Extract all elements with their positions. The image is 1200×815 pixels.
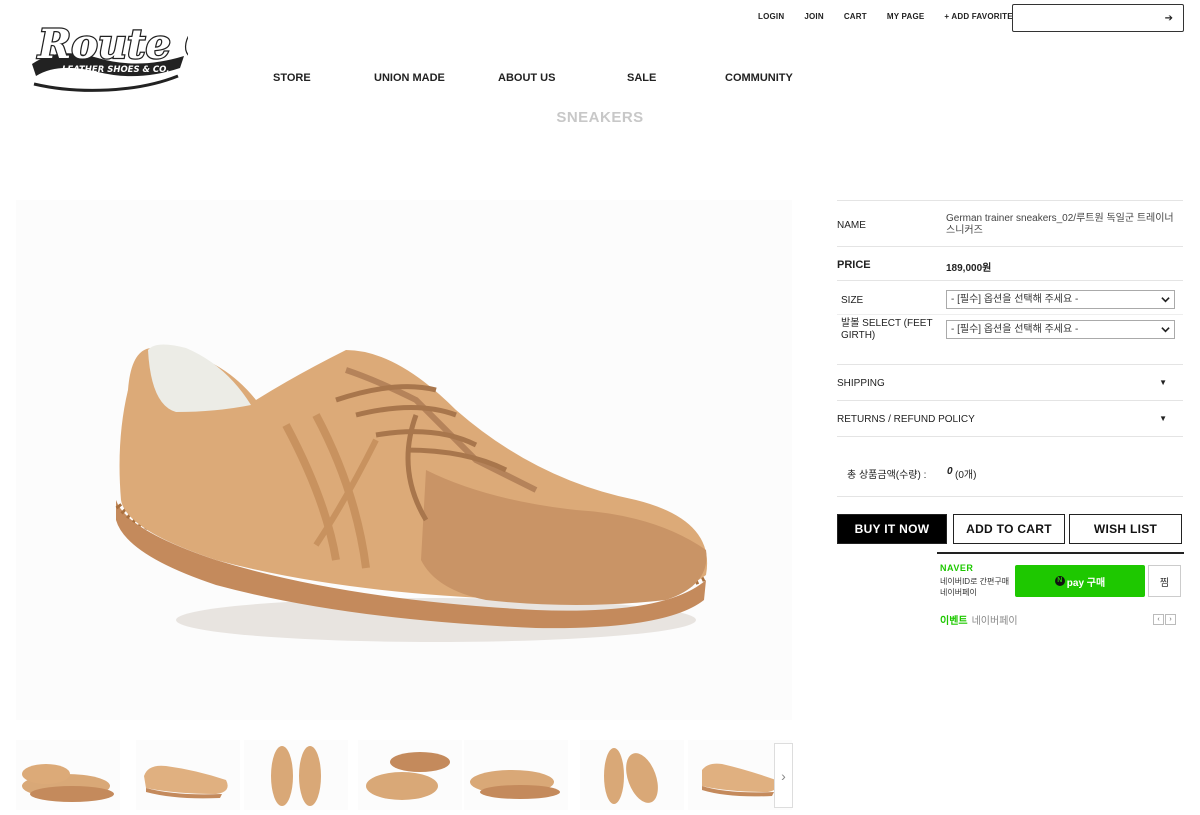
sneaker-image — [115, 344, 708, 642]
nav-about-us[interactable]: ABOUT US — [498, 72, 555, 84]
login-link[interactable]: LOGIN — [758, 12, 784, 21]
naver-pay-section: NAVER 네이버ID로 간편구매 네이버페이 N pay 구매 찜 이벤트 네이… — [937, 552, 1184, 628]
add-favorite-link[interactable]: + ADD FAVORITE — [944, 12, 1012, 21]
naver-pay-button[interactable]: N pay 구매 — [1015, 565, 1145, 597]
thumbnail[interactable] — [136, 740, 240, 810]
cart-link[interactable]: CART — [844, 12, 867, 21]
search-arrow-icon[interactable]: ➔ — [1165, 13, 1173, 24]
main-nav: STORE UNION MADE ABOUT US SALE COMMUNITY — [0, 72, 900, 88]
naver-brand: NAVER — [940, 563, 974, 573]
shipping-accordion[interactable]: SHIPPING ▼ — [837, 365, 1183, 401]
utility-nav: LOGIN JOIN CART MY PAGE + ADD FAVORITE — [758, 12, 1013, 21]
returns-accordion[interactable]: RETURNS / REFUND POLICY ▼ — [837, 401, 1183, 437]
thumbnail-strip — [16, 740, 796, 810]
thumbnail[interactable] — [580, 740, 684, 810]
girth-row: 발볼 SELECT (FEET GIRTH) - [필수] 옵션을 선택해 주세… — [837, 315, 1183, 365]
product-price: 189,000원 — [946, 263, 992, 274]
naver-pay-description: 네이버ID로 간편구매 네이버페이 — [940, 577, 1010, 597]
thumbnail[interactable] — [464, 740, 568, 810]
name-row: NAME German trainer sneakers_02/루트원 독일군 … — [837, 200, 1183, 247]
nav-union-made[interactable]: UNION MADE — [374, 72, 445, 84]
nav-community[interactable]: COMMUNITY — [725, 72, 793, 84]
event-tag: 이벤트 — [940, 616, 968, 627]
buy-it-now-button[interactable]: BUY IT NOW — [837, 514, 947, 544]
add-to-cart-button[interactable]: ADD TO CART — [953, 514, 1065, 544]
zzim-button[interactable]: 찜 — [1148, 565, 1181, 597]
girth-select[interactable]: - [필수] 옵션을 선택해 주세요 - — [946, 320, 1175, 339]
nav-store[interactable]: STORE — [273, 72, 311, 84]
total-row: 총 상품금액(수량) : 0 (0개) — [837, 437, 1183, 497]
product-name: German trainer sneakers_02/루트원 독일군 트레이너 … — [946, 213, 1174, 236]
girth-select-value: - [필수] 옵션을 선택해 주세요 - — [951, 324, 1079, 335]
search-box: ➔ — [1012, 4, 1184, 32]
wish-list-button[interactable]: WISH LIST — [1069, 514, 1182, 544]
category-title: SNEAKERS — [556, 109, 644, 126]
size-row: SIZE - [필수] 옵션을 선택해 주세요 - — [837, 281, 1183, 315]
girth-label: 발볼 SELECT (FEET GIRTH) — [841, 318, 933, 341]
size-select-value: - [필수] 옵션을 선택해 주세요 - — [951, 294, 1079, 305]
size-select[interactable]: - [필수] 옵션을 선택해 주세요 - — [946, 290, 1175, 309]
price-row: PRICE 189,000원 — [837, 247, 1183, 281]
chevron-down-icon — [1161, 297, 1170, 303]
thumbnail[interactable] — [16, 740, 120, 810]
product-main-image[interactable] — [16, 200, 792, 720]
total-count: (0개) — [955, 470, 977, 481]
join-link[interactable]: JOIN — [804, 12, 823, 21]
svg-text:Route One: Route One — [37, 21, 188, 68]
chevron-down-icon — [1161, 327, 1170, 333]
naver-n-icon: N — [1054, 576, 1065, 586]
caret-down-icon: ▼ — [1159, 414, 1167, 423]
naver-pay-label: pay 구매 — [1066, 577, 1106, 589]
returns-label: RETURNS / REFUND POLICY — [837, 414, 975, 425]
size-label: SIZE — [841, 295, 864, 306]
thumbnail[interactable] — [244, 740, 348, 810]
total-label: 총 상품금액(수량) : — [847, 470, 927, 481]
nav-sale[interactable]: SALE — [627, 72, 656, 84]
caret-down-icon: ▼ — [1159, 378, 1167, 387]
naver-event: 이벤트 네이버페이 — [940, 612, 1018, 627]
event-text: 네이버페이 — [971, 616, 1018, 627]
thumbnail-next-button[interactable]: › — [774, 743, 793, 808]
my-page-link[interactable]: MY PAGE — [887, 12, 925, 21]
price-label: PRICE — [837, 259, 871, 271]
search-input[interactable] — [1019, 6, 1159, 30]
event-prev-button[interactable]: ‹ — [1153, 614, 1164, 625]
name-label: NAME — [837, 220, 866, 231]
total-value: 0 — [947, 466, 953, 477]
shipping-label: SHIPPING — [837, 378, 885, 389]
thumbnail[interactable] — [358, 740, 462, 810]
event-next-button[interactable]: › — [1165, 614, 1176, 625]
